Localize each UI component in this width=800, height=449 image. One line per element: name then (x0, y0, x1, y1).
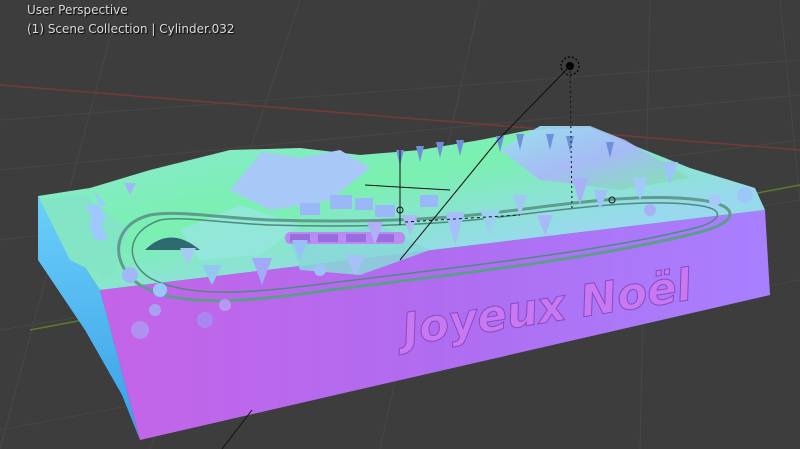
3d-viewport[interactable]: Joyeux Noël User Perspective (1) Scene C… (0, 0, 800, 449)
view-mode-label: User Perspective (27, 3, 128, 17)
collection-label: (1) Scene Collection | Cylinder.032 (27, 22, 235, 36)
viewport-scene[interactable]: Joyeux Noël (0, 0, 800, 449)
x-axis-line (0, 84, 800, 151)
